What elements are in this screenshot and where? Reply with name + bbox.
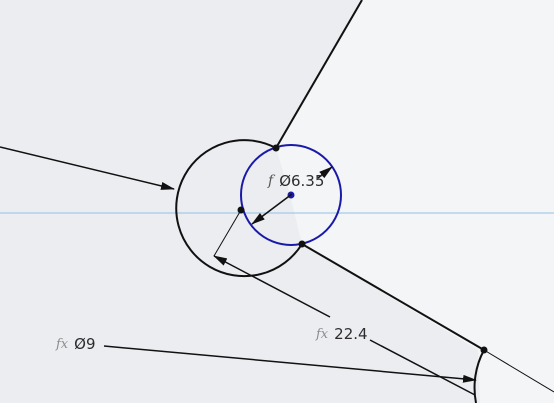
outer-diameter-dimension-label[interactable]: fx Ø9	[56, 335, 96, 353]
diameter-dimension-label[interactable]: f Ø6.35	[268, 172, 324, 190]
outer-diameter-leader-left	[0, 146, 175, 190]
sketch-canvas[interactable]: f Ø6.35 fx 22.4 fx Ø9	[0, 0, 554, 403]
distance-dimension-value: 22.4	[334, 325, 368, 343]
fixed-prefix: f	[268, 173, 274, 189]
outer-diameter-dimension-value: Ø9	[74, 335, 96, 353]
distance-dimension-label[interactable]: fx 22.4	[316, 325, 368, 343]
diameter-dimension-value: Ø6.35	[279, 172, 325, 190]
sketch-point[interactable]	[480, 346, 488, 354]
distance-extension-line	[213, 209, 242, 257]
diameter-arrow-inner	[251, 193, 293, 225]
sketch-point[interactable]	[237, 206, 245, 214]
expression-prefix: fx	[316, 326, 329, 342]
distance-dimension-line-a	[213, 255, 331, 318]
outer-diameter-leader-bottom	[103, 345, 477, 383]
expression-prefix: fx	[56, 336, 69, 352]
sketch-point[interactable]	[272, 144, 280, 152]
sketch-point[interactable]	[298, 240, 306, 248]
distance-dimension-line-b	[369, 339, 476, 396]
